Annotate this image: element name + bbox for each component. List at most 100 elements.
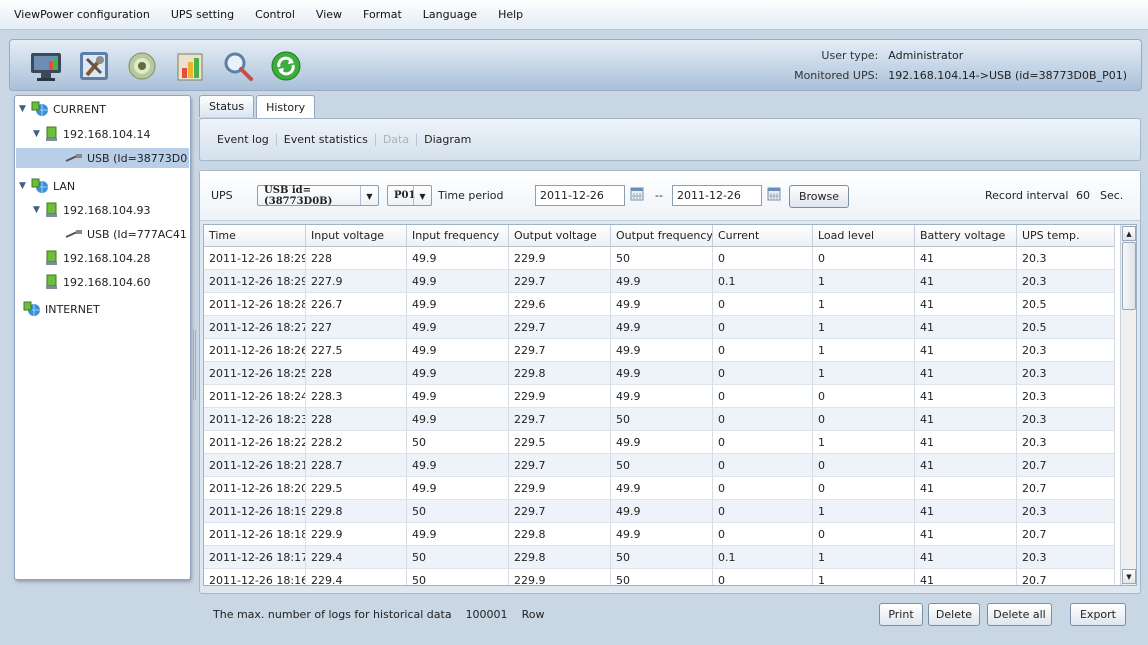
cell-ups-temp: 20.3 — [1017, 247, 1115, 270]
cell-current: 0 — [713, 339, 813, 362]
expand-arrow-icon[interactable]: ▼ — [33, 129, 45, 139]
cell-input-frequency: 49.9 — [407, 454, 509, 477]
port-select[interactable]: P01 ▼ — [387, 185, 432, 206]
column-header-output-voltage[interactable]: Output voltage — [509, 225, 611, 247]
tree-node-internet[interactable]: INTERNET — [23, 299, 100, 319]
tree-node-lan[interactable]: ▼ LAN — [19, 176, 75, 196]
subnav-diagram[interactable]: Diagram — [417, 133, 478, 146]
footer-bar: The max. number of logs for historical d… — [199, 597, 1141, 633]
menu-ups-setting[interactable]: UPS setting — [171, 8, 234, 21]
user-type-value: Administrator — [888, 49, 964, 62]
user-type-label: User type: — [821, 49, 879, 62]
column-header-current[interactable]: Current — [713, 225, 813, 247]
subnav-event-log[interactable]: Event log — [210, 133, 277, 146]
cell-load-level: 0 — [813, 247, 915, 270]
cell-input-frequency: 49.9 — [407, 523, 509, 546]
table-row[interactable]: 2011-12-26 18:17: 229.4 50 229.8 50 0.1 1 41 20.… — [204, 546, 1115, 569]
column-header-battery-voltage[interactable]: Battery voltage — [915, 225, 1017, 247]
scroll-thumb[interactable] — [1122, 242, 1136, 310]
cell-input-frequency: 49.9 — [407, 408, 509, 431]
print-button[interactable]: Print — [879, 603, 923, 626]
tree-node-current[interactable]: ▼ CURRENT — [19, 99, 106, 119]
network-globe-icon — [31, 178, 49, 194]
tools-icon[interactable] — [76, 48, 112, 84]
tree-node-current-host[interactable]: ▼ 192.168.104.14 — [33, 124, 150, 144]
table-row[interactable]: 2011-12-26 18:28: 226.7 49.9 229.6 49.9 0 1 41 2… — [204, 293, 1115, 316]
delete-button[interactable]: Delete — [928, 603, 980, 626]
cell-output-frequency: 49.9 — [611, 316, 713, 339]
menu-help[interactable]: Help — [498, 8, 523, 21]
table-row[interactable]: 2011-12-26 18:19: 229.8 50 229.7 49.9 0 1 41 20.… — [204, 500, 1115, 523]
cell-output-frequency: 49.9 — [611, 339, 713, 362]
table-row[interactable]: 2011-12-26 18:26: 227.5 49.9 229.7 49.9 0 1 41 2… — [204, 339, 1115, 362]
column-header-load-level[interactable]: Load level — [813, 225, 915, 247]
tree-node-lan-usb[interactable]: USB (Id=777AC41 — [65, 224, 187, 244]
history-subnav: Event log Event statistics Data Diagram — [199, 118, 1141, 161]
menu-viewpower-configuration[interactable]: ViewPower configuration — [14, 8, 150, 21]
cd-icon[interactable] — [124, 48, 160, 84]
subnav-event-statistics[interactable]: Event statistics — [277, 133, 376, 146]
table-row[interactable]: 2011-12-26 18:22: 228.2 50 229.5 49.9 0 1 41 20.… — [204, 431, 1115, 454]
expand-arrow-icon[interactable]: ▼ — [19, 181, 31, 191]
column-header-ups-temp[interactable]: UPS temp. — [1017, 225, 1115, 247]
panel-splitter[interactable] — [193, 330, 196, 400]
menu-format[interactable]: Format — [363, 8, 402, 21]
menu-language[interactable]: Language — [423, 8, 477, 21]
table-row[interactable]: 2011-12-26 18:16: 229.4 50 229.9 50 0 1 41 20.7 — [204, 569, 1115, 585]
search-icon[interactable] — [220, 48, 256, 84]
table-row[interactable]: 2011-12-26 18:25: 228 49.9 229.8 49.9 0 1 41 20.… — [204, 362, 1115, 385]
chart-icon[interactable] — [172, 48, 208, 84]
export-button[interactable]: Export — [1070, 603, 1126, 626]
column-header-input-frequency[interactable]: Input frequency — [407, 225, 509, 247]
tree-label-internet: INTERNET — [45, 302, 100, 316]
menu-control[interactable]: Control — [255, 8, 295, 21]
expand-arrow-icon[interactable]: ▼ — [19, 104, 31, 114]
column-header-input-voltage[interactable]: Input voltage — [306, 225, 407, 247]
calendar-icon[interactable] — [630, 187, 646, 203]
cell-time: 2011-12-26 18:28: — [204, 293, 306, 316]
date-from-input[interactable]: 2011-12-26 — [535, 185, 625, 206]
tree-label-lan-host3: 192.168.104.60 — [63, 275, 151, 289]
cell-current: 0 — [713, 362, 813, 385]
cell-input-frequency: 49.9 — [407, 293, 509, 316]
tree-label-current: CURRENT — [53, 102, 106, 116]
delete-all-button[interactable]: Delete all — [987, 603, 1052, 626]
cell-input-frequency: 49.9 — [407, 339, 509, 362]
cell-current: 0.1 — [713, 270, 813, 293]
tab-history[interactable]: History — [256, 95, 316, 119]
refresh-icon[interactable] — [268, 48, 304, 84]
cell-load-level: 1 — [813, 316, 915, 339]
cell-time: 2011-12-26 18:18: — [204, 523, 306, 546]
date-to-input[interactable]: 2011-12-26 — [672, 185, 762, 206]
table-row[interactable]: 2011-12-26 18:29: 227.9 49.9 229.7 49.9 0.1 1 4… — [204, 270, 1115, 293]
expand-arrow-icon[interactable]: ▼ — [33, 205, 45, 215]
tab-status[interactable]: Status — [199, 95, 255, 117]
cell-battery-voltage: 41 — [915, 569, 1017, 585]
browse-button[interactable]: Browse — [789, 185, 849, 208]
ups-select[interactable]: USB id=(38773D0B) ▼ — [257, 185, 379, 207]
cell-output-voltage: 229.6 — [509, 293, 611, 316]
table-row[interactable]: 2011-12-26 18:18: 229.9 49.9 229.8 49.9 0 0 41 2… — [204, 523, 1115, 546]
table-row[interactable]: 2011-12-26 18:23: 228 49.9 229.7 50 0 0 41 20.3 — [204, 408, 1115, 431]
cell-current: 0 — [713, 569, 813, 585]
vertical-scrollbar[interactable]: ▲ ▼ — [1120, 225, 1136, 585]
column-header-output-frequency[interactable]: Output frequency — [611, 225, 713, 247]
scroll-up-icon[interactable]: ▲ — [1122, 226, 1136, 241]
cell-load-level: 0 — [813, 454, 915, 477]
tree-node-lan-host1[interactable]: ▼ 192.168.104.93 — [33, 200, 150, 220]
table-row[interactable]: 2011-12-26 18:24: 228.3 49.9 229.9 49.9 0 0 41 2… — [204, 385, 1115, 408]
monitor-icon[interactable] — [28, 48, 64, 84]
column-header-time[interactable]: Time — [204, 225, 306, 247]
cell-battery-voltage: 41 — [915, 454, 1017, 477]
tree-node-current-usb[interactable]: USB (Id=38773D0 — [16, 148, 189, 168]
tree-node-lan-host3[interactable]: 192.168.104.60 — [45, 272, 150, 292]
menu-view[interactable]: View — [316, 8, 342, 21]
table-row[interactable]: 2011-12-26 18:21: 228.7 49.9 229.7 50 0 0 41 20.… — [204, 454, 1115, 477]
table-row[interactable]: 2011-12-26 18:27: 227 49.9 229.7 49.9 0 1 41 20.… — [204, 316, 1115, 339]
tree-node-lan-host2[interactable]: 192.168.104.28 — [45, 248, 150, 268]
calendar-icon[interactable] — [767, 187, 783, 203]
table-row[interactable]: 2011-12-26 18:20: 229.5 49.9 229.9 49.9 0 0 41 2… — [204, 477, 1115, 500]
cell-output-frequency: 49.9 — [611, 500, 713, 523]
table-row[interactable]: 2011-12-26 18:29: 228 49.9 229.9 50 0 0 41 20.3 — [204, 247, 1115, 270]
scroll-down-icon[interactable]: ▼ — [1122, 569, 1136, 584]
